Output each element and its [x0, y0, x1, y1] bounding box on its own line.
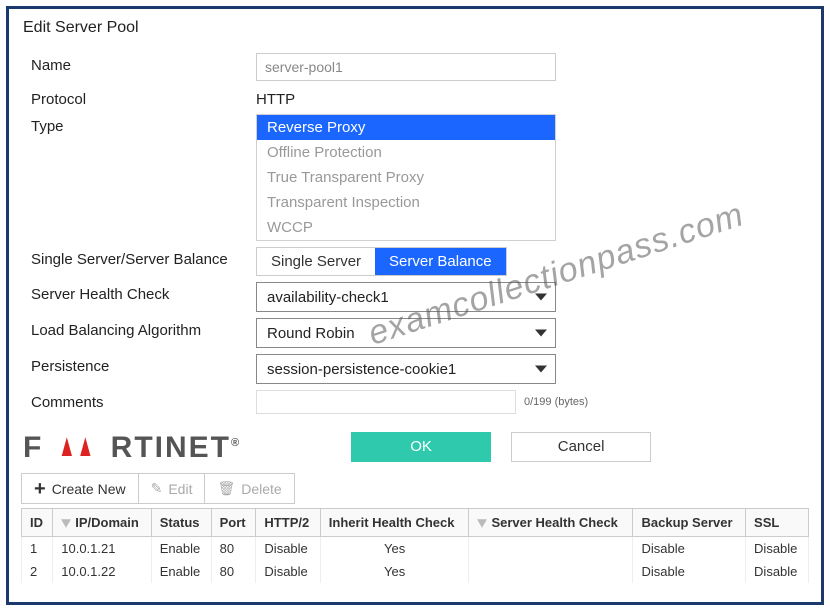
cell-ip: 10.0.1.22 [53, 560, 152, 583]
cell-backup: Disable [633, 537, 746, 561]
col-ip[interactable]: IP/Domain [53, 509, 152, 537]
balance-toggle: Single Server Server Balance [256, 247, 507, 276]
footer-row: F▲▲RTINET® OK Cancel [21, 428, 809, 465]
table-header-row: ID IP/Domain Status Port HTTP/2 Inherit … [22, 509, 809, 537]
name-input[interactable] [256, 53, 556, 81]
cell-id: 1 [22, 537, 53, 561]
col-id[interactable]: ID [22, 509, 53, 537]
cell-shc [469, 560, 633, 583]
type-option-true-transparent-proxy[interactable]: True Transparent Proxy [257, 165, 555, 190]
cell-id: 2 [22, 560, 53, 583]
trash-icon: 🗑 [217, 480, 235, 497]
ok-button[interactable]: OK [351, 432, 491, 462]
cell-status: Enable [151, 537, 211, 561]
chevron-down-icon [535, 366, 547, 373]
healthcheck-value: availability-check1 [267, 289, 389, 306]
type-dropdown-open[interactable]: Reverse Proxy Offline Protection True Tr… [256, 114, 556, 241]
cell-inherit: Yes [320, 537, 469, 561]
type-option-transparent-inspection[interactable]: Transparent Inspection [257, 190, 555, 215]
delete-button[interactable]: 🗑 Delete [205, 474, 293, 503]
type-label: Type [31, 114, 256, 135]
cell-ssl: Disable [746, 560, 809, 583]
algorithm-select[interactable]: Round Robin [256, 318, 556, 348]
persistence-select[interactable]: session-persistence-cookie1 [256, 354, 556, 384]
cancel-button[interactable]: Cancel [511, 432, 651, 462]
chevron-down-icon [535, 330, 547, 337]
col-http2[interactable]: HTTP/2 [256, 509, 320, 537]
type-option-reverse-proxy[interactable]: Reverse Proxy [257, 115, 555, 140]
delete-label: Delete [241, 481, 281, 497]
cell-http2: Disable [256, 537, 320, 561]
cell-inherit: Yes [320, 560, 469, 583]
comments-label: Comments [31, 390, 256, 411]
chevron-down-icon [535, 294, 547, 301]
plus-icon: + [34, 482, 46, 496]
edit-button[interactable]: ✎ Edit [139, 474, 206, 503]
cell-shc [469, 537, 633, 561]
cell-http2: Disable [256, 560, 320, 583]
protocol-value: HTTP [256, 87, 803, 108]
cell-port: 80 [211, 560, 256, 583]
persistence-label: Persistence [31, 354, 256, 375]
col-shc[interactable]: Server Health Check [469, 509, 633, 537]
dialog-title: Edit Server Pool [21, 17, 809, 47]
filter-icon [61, 519, 71, 527]
create-new-button[interactable]: + Create New [22, 474, 139, 503]
healthcheck-label: Server Health Check [31, 282, 256, 303]
col-port[interactable]: Port [211, 509, 256, 537]
cell-ssl: Disable [746, 537, 809, 561]
col-inherit[interactable]: Inherit Health Check [320, 509, 469, 537]
balance-label: Single Server/Server Balance [31, 247, 256, 268]
filter-icon [477, 519, 487, 527]
comments-input[interactable] [256, 390, 516, 414]
name-label: Name [31, 53, 256, 74]
create-new-label: Create New [52, 481, 126, 497]
cell-status: Enable [151, 560, 211, 583]
algorithm-value: Round Robin [267, 325, 355, 342]
col-status[interactable]: Status [151, 509, 211, 537]
fortinet-logo: F▲▲RTINET® [21, 428, 241, 465]
balance-option-single[interactable]: Single Server [257, 248, 375, 275]
balance-option-balance[interactable]: Server Balance [375, 248, 506, 275]
col-ssl[interactable]: SSL [746, 509, 809, 537]
comments-counter: 0/199 (bytes) [524, 396, 588, 408]
type-option-wccp[interactable]: WCCP [257, 215, 555, 240]
persistence-value: session-persistence-cookie1 [267, 361, 456, 378]
col-backup[interactable]: Backup Server [633, 509, 746, 537]
edit-icon: ✎ [151, 480, 163, 497]
cell-ip: 10.0.1.21 [53, 537, 152, 561]
protocol-label: Protocol [31, 87, 256, 108]
form-area: Name Protocol HTTP Type Reverse Proxy Of… [21, 53, 809, 414]
algorithm-label: Load Balancing Algorithm [31, 318, 256, 339]
table-row[interactable]: 1 10.0.1.21 Enable 80 Disable Yes Disabl… [22, 537, 809, 561]
servers-table: ID IP/Domain Status Port HTTP/2 Inherit … [21, 508, 809, 583]
dialog-frame: Edit Server Pool Name Protocol HTTP Type… [6, 6, 824, 605]
table-toolbar: + Create New ✎ Edit 🗑 Delete [21, 473, 295, 504]
table-row[interactable]: 2 10.0.1.22 Enable 80 Disable Yes Disabl… [22, 560, 809, 583]
cell-backup: Disable [633, 560, 746, 583]
type-option-offline-protection[interactable]: Offline Protection [257, 140, 555, 165]
cell-port: 80 [211, 537, 256, 561]
healthcheck-select[interactable]: availability-check1 [256, 282, 556, 312]
edit-label: Edit [168, 481, 192, 497]
